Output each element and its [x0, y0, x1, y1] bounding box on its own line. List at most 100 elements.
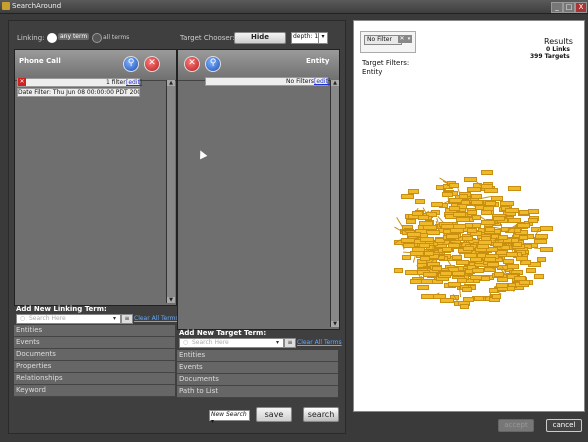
graph-node[interactable] — [519, 209, 530, 215]
right-column-scrollbar[interactable]: ▲ ▼ — [330, 80, 339, 327]
category-path-to-list[interactable]: Path to List — [177, 386, 338, 398]
scroll-down-arrow[interactable]: ▼ — [331, 321, 339, 327]
graph-node[interactable] — [492, 216, 505, 222]
graph-node[interactable] — [417, 284, 429, 290]
graph-node[interactable] — [433, 294, 447, 300]
graph-node[interactable] — [415, 199, 426, 204]
left-column-scrollbar[interactable]: ▲ ▼ — [166, 80, 175, 303]
graph-node[interactable] — [517, 222, 531, 228]
scroll-down-arrow[interactable]: ▼ — [167, 297, 175, 303]
target-search-input[interactable]: ○ Search Here ▾ — [179, 338, 284, 348]
save-button[interactable]: save — [256, 407, 292, 422]
search-button[interactable]: search — [303, 407, 339, 422]
graph-node[interactable] — [507, 186, 521, 192]
all-terms-label[interactable]: all terms — [103, 34, 129, 41]
maximize-button[interactable]: □ — [563, 2, 575, 13]
graph-node[interactable] — [411, 210, 423, 216]
remove-term-icon[interactable]: ✕ — [144, 56, 160, 72]
graph-node[interactable] — [446, 234, 460, 239]
category-events[interactable]: Events — [14, 337, 175, 349]
category-events[interactable]: Events — [177, 362, 338, 374]
graph-node[interactable] — [474, 296, 485, 302]
edit-filter-link[interactable]: [edit] — [126, 79, 142, 86]
clear-all-target-terms[interactable]: Clear All Terms — [297, 339, 342, 346]
accept-button[interactable]: accept — [498, 419, 534, 432]
graph-node[interactable] — [448, 183, 459, 189]
graph-node[interactable] — [424, 250, 435, 256]
graph-node[interactable] — [497, 235, 508, 240]
graph-node[interactable] — [393, 268, 403, 274]
graph-node[interactable] — [451, 271, 465, 277]
depth-select[interactable]: depth: 1 — [291, 32, 320, 44]
category-properties[interactable]: Properties — [14, 361, 175, 373]
graph-node[interactable] — [448, 206, 460, 211]
graph-node[interactable] — [467, 227, 478, 233]
graph-node[interactable] — [533, 274, 544, 280]
search-dropdown-icon[interactable]: ▾ — [113, 315, 116, 322]
graph-node[interactable] — [449, 227, 464, 233]
graph-node[interactable] — [492, 294, 502, 300]
graph-node[interactable] — [471, 193, 483, 199]
graph-node[interactable] — [496, 276, 508, 282]
edit-target-filter-link[interactable]: [edit] — [314, 78, 330, 85]
graph-node[interactable] — [461, 199, 471, 205]
scroll-thumb[interactable] — [331, 86, 339, 321]
graph-node[interactable] — [463, 245, 475, 251]
linking-search-input[interactable]: ○ Search Here ▾ — [16, 314, 121, 324]
graph-node[interactable] — [527, 209, 539, 215]
graph-node[interactable] — [539, 247, 553, 253]
graph-node[interactable] — [518, 279, 530, 285]
graph-node[interactable] — [470, 199, 483, 205]
graph-node[interactable] — [477, 243, 490, 249]
graph-node[interactable] — [418, 243, 430, 249]
graph-node[interactable] — [401, 194, 414, 199]
graph-node[interactable] — [500, 201, 515, 207]
graph-node[interactable] — [512, 242, 522, 248]
graph-node[interactable] — [490, 195, 503, 201]
graph-node[interactable] — [448, 242, 461, 248]
category-entities[interactable]: Entities — [177, 350, 338, 362]
graph-node[interactable] — [461, 286, 472, 292]
graph-node[interactable] — [405, 219, 416, 225]
graph-node[interactable] — [464, 177, 478, 183]
all-terms-radio[interactable] — [92, 33, 102, 43]
graph-node[interactable] — [431, 202, 444, 208]
graph-node[interactable] — [459, 304, 469, 310]
graph-node[interactable] — [503, 259, 515, 264]
graph-node[interactable] — [484, 227, 495, 233]
graph-node[interactable] — [481, 184, 494, 190]
graph-node[interactable] — [426, 230, 441, 236]
graph-node[interactable] — [472, 215, 482, 220]
graph-node[interactable] — [423, 272, 438, 278]
search-term-icon[interactable]: ⚲ — [123, 56, 139, 72]
graph-node[interactable] — [483, 257, 496, 262]
category-keyword[interactable]: Keyword — [14, 385, 175, 397]
graph-node[interactable] — [470, 257, 483, 263]
graph-node[interactable] — [419, 237, 434, 243]
cancel-button[interactable]: cancel — [546, 419, 582, 432]
graph-node[interactable] — [481, 169, 493, 175]
search-target-icon[interactable]: ⚲ — [205, 56, 221, 72]
graph-node[interactable] — [439, 271, 452, 277]
graph-node[interactable] — [533, 239, 547, 245]
graph-node[interactable] — [505, 208, 520, 214]
scroll-thumb[interactable] — [167, 86, 175, 297]
remove-target-icon[interactable]: ✕ — [184, 56, 200, 72]
category-relationships[interactable]: Relationships — [14, 373, 175, 385]
graph-node[interactable] — [472, 268, 485, 274]
graph-node[interactable] — [455, 217, 470, 223]
depth-dropdown-icon[interactable]: ▾ — [318, 32, 328, 44]
hide-button[interactable]: Hide — [234, 32, 286, 44]
search-dropdown-icon[interactable]: ▾ — [276, 339, 279, 346]
category-entities[interactable]: Entities — [14, 325, 175, 337]
graph-node[interactable] — [481, 210, 493, 216]
graph-node[interactable] — [540, 225, 554, 231]
graph-node[interactable] — [453, 211, 466, 217]
graph-node[interactable] — [409, 279, 422, 285]
graph-node[interactable] — [401, 237, 416, 243]
category-documents[interactable]: Documents — [14, 349, 175, 361]
any-term-label[interactable]: any term — [58, 33, 90, 40]
clear-all-linking-terms[interactable]: Clear All Terms — [134, 315, 179, 322]
list-options-icon[interactable]: ≡ — [284, 338, 296, 348]
graph-node[interactable] — [518, 235, 528, 240]
